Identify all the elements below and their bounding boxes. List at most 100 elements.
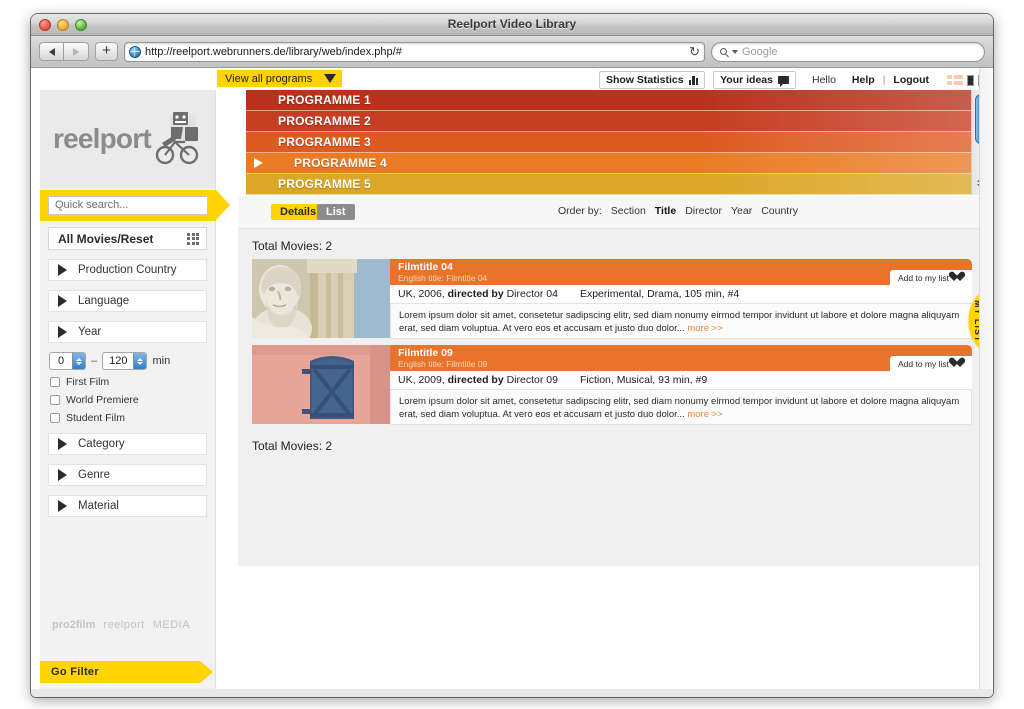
checkbox-row-first-film[interactable]: First Film [50,376,215,388]
movie-english-title: English title: Filmtitle 04 [398,273,488,283]
globe-icon [129,45,141,58]
add-to-my-list-label: Add to my list [897,358,949,369]
movie-director: Director 04 [506,288,558,300]
programme-bar-4[interactable]: PROGRAMME 4 [246,153,978,174]
show-statistics-button[interactable]: Show Statistics [598,71,706,89]
nav-separator: | [882,74,886,86]
add-to-my-list-button[interactable]: Add to my list [889,356,972,371]
more-link[interactable]: more >> [685,409,722,420]
more-link[interactable]: more >> [685,323,722,334]
order-by-title[interactable]: Title [655,205,676,217]
movie-meta: UK, 2006, directed by Director 04 Experim… [390,285,972,304]
movie-year: 2009 [418,374,442,386]
movie-year: 2006 [418,288,442,300]
checkbox-row-student-film[interactable]: Student Film [50,412,215,424]
go-filter-arrow [200,661,213,683]
chevron-down-icon [732,49,738,54]
quick-search-arrow [216,190,230,220]
checkbox-icon[interactable] [50,413,60,423]
triangle-right-icon [58,469,67,481]
filter-year[interactable]: Year [48,321,207,343]
programme-bar-5[interactable]: PROGRAMME 5 [246,174,978,195]
duration-max-stepper-buttons[interactable] [133,353,147,369]
forward-arrow-icon [73,47,79,56]
add-to-my-list-button[interactable]: Add to my list [889,270,972,285]
window-title: Reelport Video Library [447,17,577,31]
programme-label: PROGRAMME 2 [278,114,371,128]
all-movies-reset-label: All Movies/Reset [58,231,154,246]
movie-title[interactable]: Filmtitle 04 [398,261,972,273]
quick-search-input[interactable]: Quick search... [48,196,208,215]
order-by-label: Order by: [558,205,602,217]
programme-label: PROGRAMME 4 [294,156,387,170]
order-by-country[interactable]: Country [761,205,798,217]
movie-thumbnail[interactable] [252,259,390,338]
triangle-right-icon [58,438,67,450]
movie-title[interactable]: Filmtitle 09 [398,347,972,359]
reload-icon[interactable]: ↻ [689,44,700,59]
checkbox-row-world-premiere[interactable]: World Premiere [50,394,215,406]
order-by-section[interactable]: Section [611,205,646,217]
duration-filter: 0 – 120 min [49,352,215,370]
browser-toolbar: + http://reelport.webrunners.de/library/… [31,36,993,68]
movie-thumbnail[interactable] [252,345,390,424]
brand-logo-text: reelport [53,123,152,154]
movie-genres: Fiction, Musical, 93 min, #9 [579,374,708,386]
go-filter-button[interactable]: Go Filter [40,661,200,683]
programme-bar-1[interactable]: PROGRAMME 1 [246,90,978,111]
filter-genre[interactable]: Genre [48,464,207,486]
flag-denmark-icon[interactable] [947,75,963,85]
checkbox-icon[interactable] [50,377,60,387]
address-bar[interactable]: http://reelport.webrunners.de/library/we… [124,41,705,62]
url-text: http://reelport.webrunners.de/library/we… [145,45,402,58]
checkbox-icon[interactable] [50,395,60,405]
back-button[interactable] [39,42,64,61]
movie-header: Filmtitle 09 English title: Filmtitle 09 A… [390,345,972,371]
media-logo: MEDIA [152,619,191,631]
new-tab-button[interactable]: + [95,42,118,61]
logout-link[interactable]: Logout [893,74,929,86]
checkbox-filter-group: First Film World Premiere Student Film [40,376,215,424]
duration-max-stepper[interactable]: 120 [102,352,148,370]
filter-production-country[interactable]: Production Country [48,259,207,281]
view-tabbar: Details List Order by: Section Title Direc… [238,196,986,229]
all-movies-reset-button[interactable]: All Movies/Reset [48,227,207,250]
order-by-year[interactable]: Year [731,205,752,217]
order-by-director[interactable]: Director [685,205,722,217]
help-link[interactable]: Help [852,74,875,86]
programme-bar-3[interactable]: PROGRAMME 3 [246,132,978,153]
browser-window: Reelport Video Library + http://reelport… [31,14,993,697]
movie-description-text: Lorem ipsum dolor sit amet, consetetur s… [399,310,960,334]
programme-bar-2[interactable]: PROGRAMME 2 [246,111,978,132]
movie-list: Filmtitle 04 English title: Filmtitle 04 A… [238,259,986,425]
filter-group-primary: Production Country Language Year [40,259,215,343]
filter-label: Material [78,500,119,512]
duration-min-stepper-buttons[interactable] [72,353,85,369]
duration-min-stepper[interactable]: 0 [49,352,86,370]
filter-language[interactable]: Language [48,290,207,312]
movie-english-title: English title: Filmtitle 09 [398,359,488,369]
add-to-my-list-label: Add to my list [897,272,949,283]
window-titlebar: Reelport Video Library [31,14,993,36]
your-ideas-button[interactable]: Your ideas [713,71,796,89]
total-movies-top: Total Movies: 2 [252,239,333,253]
page-scrollbar[interactable] [979,68,993,697]
movie-description: Lorem ipsum dolor sit amet, consetetur s… [390,304,972,339]
filter-material[interactable]: Material [48,495,207,517]
main-content-panel: Details List Order by: Section Title Direc… [238,196,986,566]
browser-search-input[interactable]: Google [711,41,985,62]
sidebar-partner-logos: pro2film reelport MEDIA [40,611,216,639]
view-all-programs-button[interactable]: View all programs [217,70,343,87]
checkbox-label: World Premiere [66,394,139,406]
movie-meta: UK, 2009, directed by Director 09 Fiction… [390,371,972,390]
back-arrow-icon [48,47,55,56]
programme-label: PROGRAMME 3 [278,135,371,149]
delivery-cyclist-icon [155,112,199,165]
filter-category[interactable]: Category [48,433,207,455]
flag-mono-1-icon[interactable] [967,74,974,86]
directed-by-label: directed by [447,374,504,386]
movie-genres: Experimental, Drama, 105 min, #4 [579,288,740,300]
tab-list[interactable]: List [317,204,355,220]
view-all-programs-label: View all programs [225,72,313,85]
forward-button[interactable] [64,42,89,61]
